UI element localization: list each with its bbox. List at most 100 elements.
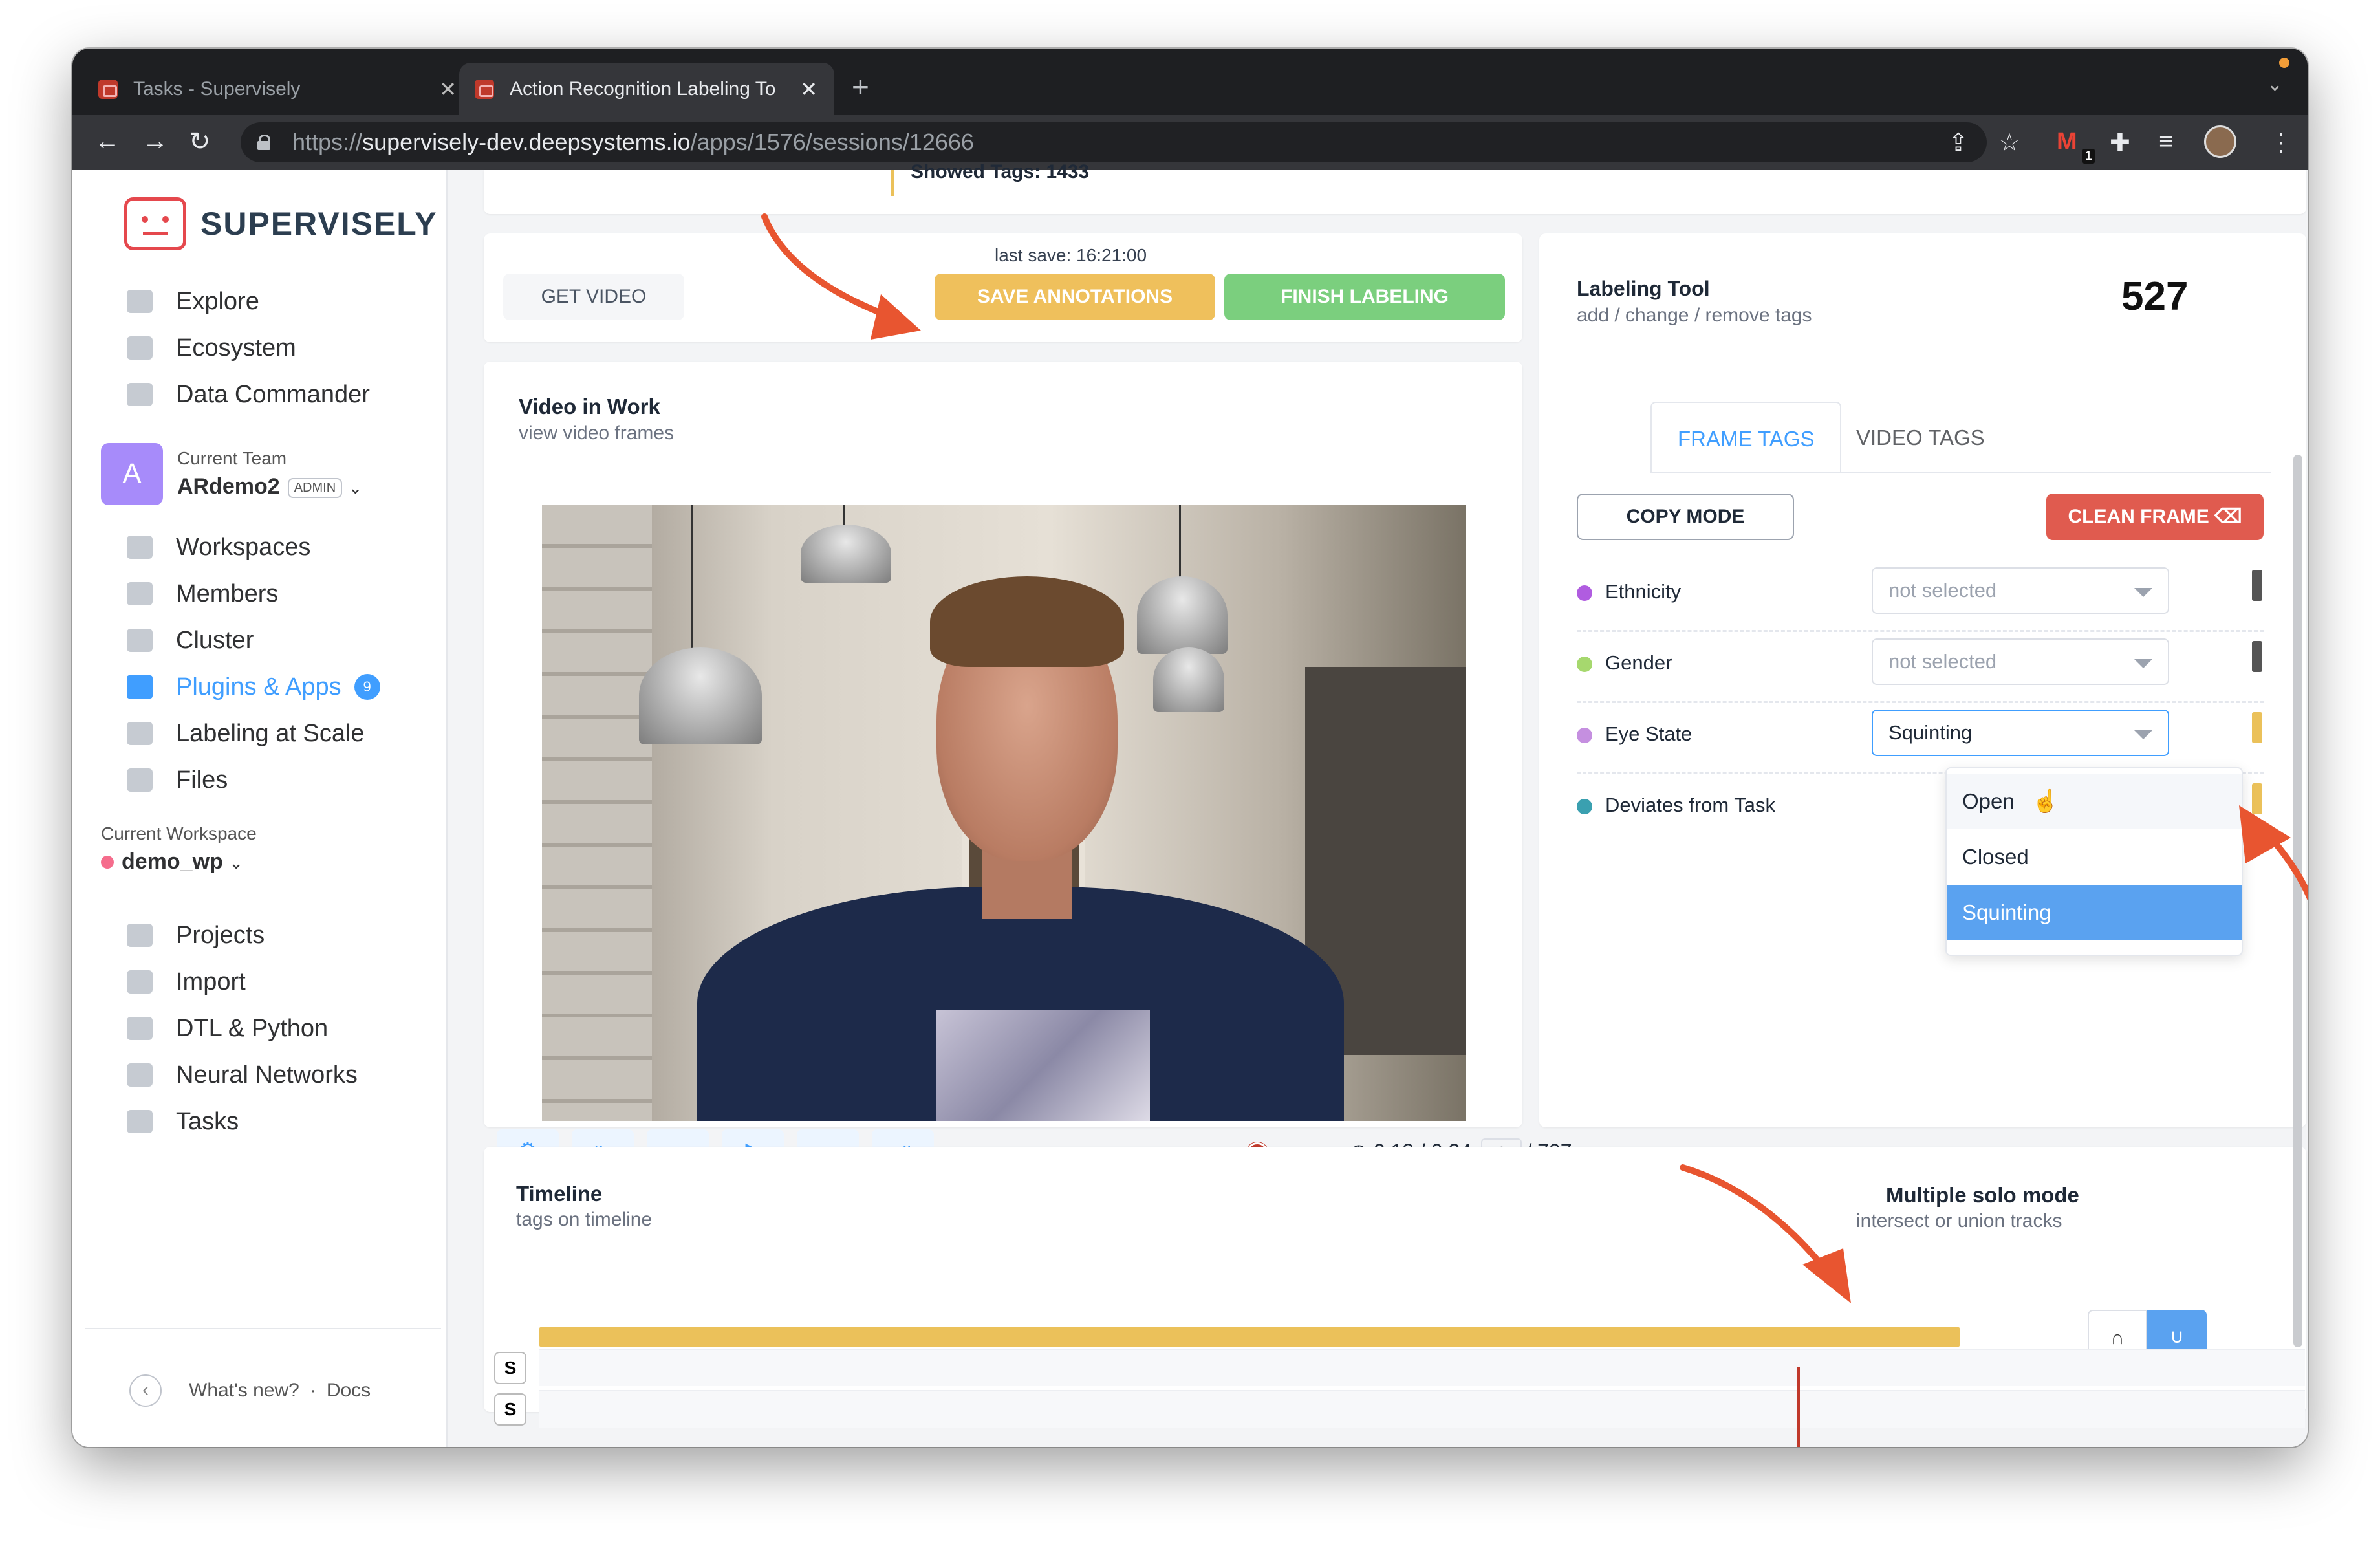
clean-frame-button[interactable]: CLEAN FRAME ⌫ — [2046, 494, 2264, 540]
browser-tab-tasks[interactable]: Tasks - Supervisely ✕ — [98, 63, 473, 115]
divider-bar — [891, 170, 894, 196]
sidebar-item-labeling-at-scale[interactable]: Labeling at Scale — [127, 715, 365, 752]
address-bar: ← → ↻ https://supervisely-dev.deepsystem… — [72, 115, 2308, 170]
sidebar-item-label: Members — [176, 580, 279, 607]
timeline-track[interactable] — [539, 1349, 2305, 1386]
forward-icon[interactable]: → — [142, 127, 168, 156]
url-host: supervisely-dev.deepsystems.io — [362, 129, 691, 155]
tag-name: Gender — [1605, 651, 1672, 674]
back-icon[interactable]: ← — [94, 127, 120, 156]
bookmark-star-icon[interactable]: ☆ — [1998, 128, 2020, 157]
reading-list-icon[interactable]: ≡ — [2159, 128, 2173, 156]
eraser-icon: ⌫ — [2214, 506, 2242, 527]
sidebar-item-cluster[interactable]: Cluster — [127, 622, 254, 658]
sidebar-item-label: DTL & Python — [176, 1014, 329, 1042]
file-icon — [127, 768, 153, 792]
tabs-underline — [1650, 472, 2271, 473]
close-tab-icon[interactable]: ✕ — [800, 77, 817, 102]
sidebar-item-files[interactable]: Files — [127, 762, 228, 798]
team-selector[interactable]: A Current Team ARdemo2 ADMIN ⌄ — [101, 443, 362, 505]
tag-status-bar — [2252, 641, 2262, 672]
copy-mode-button[interactable]: COPY MODE — [1577, 494, 1794, 540]
tag-color-dot — [1577, 799, 1592, 814]
frame-number: 527 — [2121, 274, 2189, 319]
pendant-lamp — [1153, 647, 1224, 712]
sidebar-item-label: Workspaces — [176, 533, 311, 561]
sidebar-item-tasks[interactable]: Tasks — [127, 1103, 239, 1140]
workspace-selector[interactable]: demo_wp ⌄ — [101, 849, 243, 874]
timeline-subtitle: tags on timeline — [516, 1209, 653, 1230]
tag-name: Eye State — [1605, 722, 1693, 745]
select-value: not selected — [1888, 650, 1997, 673]
timeline-track[interactable] — [539, 1390, 2305, 1428]
labeling-title: Labeling Tool — [1577, 277, 1710, 300]
solo-button[interactable]: S — [494, 1393, 526, 1426]
collapse-sidebar-icon[interactable]: ‹ — [129, 1374, 162, 1407]
video-title: Video in Work — [519, 395, 660, 418]
share-icon[interactable]: ⇪ — [1948, 128, 1969, 157]
tab-frame-tags[interactable]: FRAME TAGS — [1650, 402, 1842, 473]
tab-title: Action Recognition Labeling To — [510, 78, 776, 100]
timeline-tag-bar — [539, 1327, 1960, 1347]
select-value: Squinting — [1888, 721, 1973, 744]
extensions-puzzle-icon[interactable]: ✚ — [2110, 128, 2130, 157]
toolbar-card: GET VIDEO last save: 16:21:00 SAVE ANNOT… — [484, 233, 1522, 342]
option-label: Open — [1962, 789, 2015, 813]
video-frame[interactable] — [542, 505, 1466, 1121]
profile-avatar[interactable] — [2204, 125, 2236, 158]
app-area: SUPERVISELY Explore Ecosystem Data Comma… — [72, 161, 2308, 1447]
workspace-caption: Current Workspace — [101, 823, 257, 843]
caret-down-icon — [2134, 730, 2152, 739]
checklist-icon — [127, 1110, 153, 1133]
extension-badge: 1 — [2082, 149, 2095, 164]
server-icon — [127, 629, 153, 652]
tag-status-bar — [2252, 570, 2262, 601]
supervisely-logo[interactable]: SUPERVISELY — [124, 197, 438, 250]
sidebar-item-workspaces[interactable]: Workspaces — [127, 529, 310, 565]
sidebar-item-label: Explore — [176, 287, 259, 315]
tag-value-select[interactable]: Squinting — [1872, 710, 2169, 756]
tag-row-ethnicity: Ethnicity not selected — [1577, 561, 2264, 632]
flame-icon — [127, 1063, 153, 1087]
finish-labeling-button[interactable]: FINISH LABELING — [1224, 274, 1505, 320]
sidebar-item-label: Neural Networks — [176, 1061, 358, 1089]
sidebar-item-label: Cluster — [176, 626, 254, 654]
sidebar-item-neural-networks[interactable]: Neural Networks — [127, 1057, 358, 1093]
browser-tab-active[interactable]: Action Recognition Labeling To ✕ — [459, 63, 834, 115]
brick-wall — [542, 505, 652, 1121]
sidebar-item-members[interactable]: Members — [127, 576, 278, 612]
sidebar-item-data-commander[interactable]: Data Commander — [127, 376, 370, 413]
tag-value-select[interactable]: not selected — [1872, 638, 2169, 685]
tab-title: Tasks - Supervisely — [133, 78, 301, 100]
folder-icon — [127, 383, 153, 406]
sidebar-item-import[interactable]: Import — [127, 964, 246, 1000]
tag-name: Ethnicity — [1605, 580, 1682, 603]
sidebar-item-projects[interactable]: Projects — [127, 917, 265, 953]
solo-mode-title: Multiple solo mode — [1886, 1183, 2079, 1207]
code-icon — [127, 1017, 153, 1040]
workspace-name: demo_wp — [122, 849, 223, 874]
url-field[interactable]: https://supervisely-dev.deepsystems.io/a… — [241, 122, 1987, 162]
timeline-cursor[interactable] — [1797, 1367, 1800, 1447]
get-video-button[interactable]: GET VIDEO — [503, 274, 684, 320]
new-tab-icon[interactable]: + — [852, 69, 869, 104]
sidebar-item-explore[interactable]: Explore — [127, 283, 259, 320]
tag-value-select[interactable]: not selected — [1872, 567, 2169, 614]
team-name: ARdemo2 — [177, 474, 280, 499]
menu-dots-icon[interactable]: ⋮ — [2269, 128, 2293, 157]
docs-link[interactable]: Docs — [327, 1380, 371, 1402]
tag-status-bar — [2252, 712, 2262, 743]
pendant-lamp — [1137, 576, 1228, 654]
reload-icon[interactable]: ↻ — [189, 127, 211, 157]
sidebar-item-ecosystem[interactable]: Ecosystem — [127, 330, 296, 366]
gmail-extension-icon[interactable]: M — [2057, 128, 2077, 156]
tab-video-tags[interactable]: VIDEO TAGS — [1830, 402, 2011, 473]
save-annotations-button[interactable]: SAVE ANNOTATIONS — [935, 274, 1215, 320]
solo-button[interactable]: S — [494, 1352, 526, 1384]
chevron-down-icon[interactable]: ⌄ — [2267, 73, 2283, 96]
close-tab-icon[interactable]: ✕ — [439, 77, 457, 102]
sidebar-item-dtl-python[interactable]: DTL & Python — [127, 1010, 328, 1047]
tag-name: Deviates from Task — [1605, 794, 1776, 816]
whats-new-link[interactable]: What's new? — [189, 1380, 299, 1402]
sidebar-item-plugins-apps[interactable]: Plugins & Apps 9 — [127, 669, 380, 705]
